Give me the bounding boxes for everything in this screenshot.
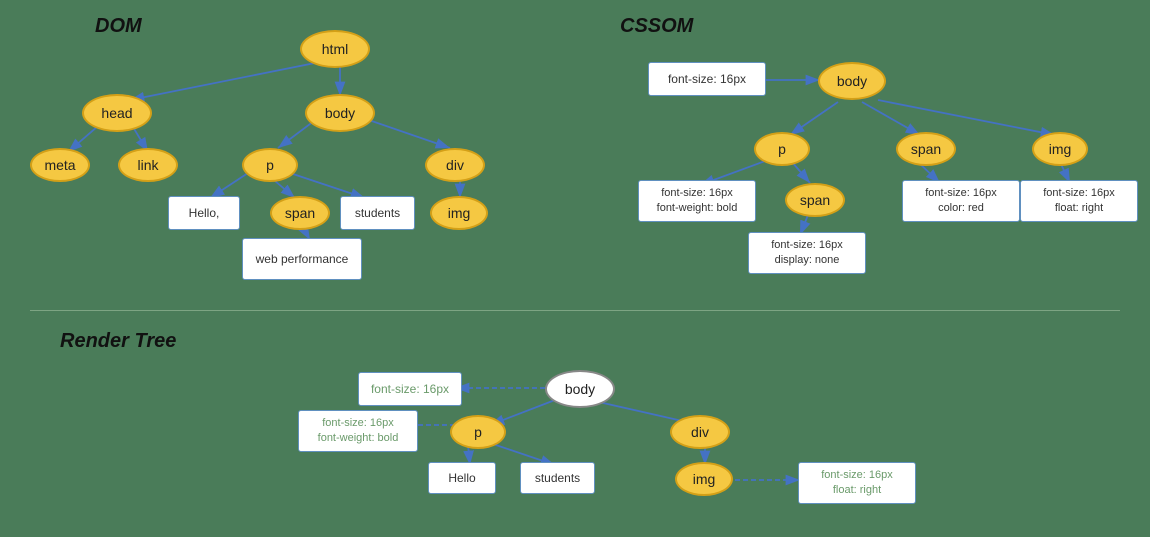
render-students-node: students	[520, 462, 595, 494]
cssom-span-child-style: font-size: 16px display: none	[748, 232, 866, 274]
dom-div-node: div	[425, 148, 485, 182]
dom-html-node: html	[300, 30, 370, 68]
render-fontsize-top: font-size: 16px	[358, 372, 462, 406]
render-body-node: body	[545, 370, 615, 408]
dom-link-node: link	[118, 148, 178, 182]
render-img-node: img	[675, 462, 733, 496]
dom-body-node: body	[305, 94, 375, 132]
render-div-node: div	[670, 415, 730, 449]
cssom-p-style: font-size: 16px font-weight: bold	[638, 180, 756, 222]
cssom-span-node: span	[896, 132, 956, 166]
dom-head-node: head	[82, 94, 152, 132]
dom-hello-node: Hello,	[168, 196, 240, 230]
dom-meta-node: meta	[30, 148, 90, 182]
render-p-style: font-size: 16px font-weight: bold	[298, 410, 418, 452]
cssom-title: CSSOM	[620, 15, 693, 38]
diagram-container: DOM CSSOM Render Tree html head body met…	[0, 0, 1150, 537]
dom-students-node: students	[340, 196, 415, 230]
cssom-fontsize-top: font-size: 16px	[648, 62, 766, 96]
arrows-svg	[0, 0, 1150, 537]
render-title: Render Tree	[60, 330, 176, 353]
dom-span-node: span	[270, 196, 330, 230]
render-p-node: p	[450, 415, 506, 449]
dom-p-node: p	[242, 148, 298, 182]
render-hello-node: Hello	[428, 462, 496, 494]
render-img-style: font-size: 16px float: right	[798, 462, 916, 504]
dom-img-node: img	[430, 196, 488, 230]
cssom-span-style: font-size: 16px color: red	[902, 180, 1020, 222]
cssom-p-node: p	[754, 132, 810, 166]
section-divider	[30, 310, 1120, 311]
cssom-body-node: body	[818, 62, 886, 100]
dom-web-performance-node: web performance	[242, 238, 362, 280]
cssom-img-style: font-size: 16px float: right	[1020, 180, 1138, 222]
cssom-span-child-node: span	[785, 183, 845, 217]
dom-title: DOM	[95, 15, 142, 38]
cssom-img-node: img	[1032, 132, 1088, 166]
